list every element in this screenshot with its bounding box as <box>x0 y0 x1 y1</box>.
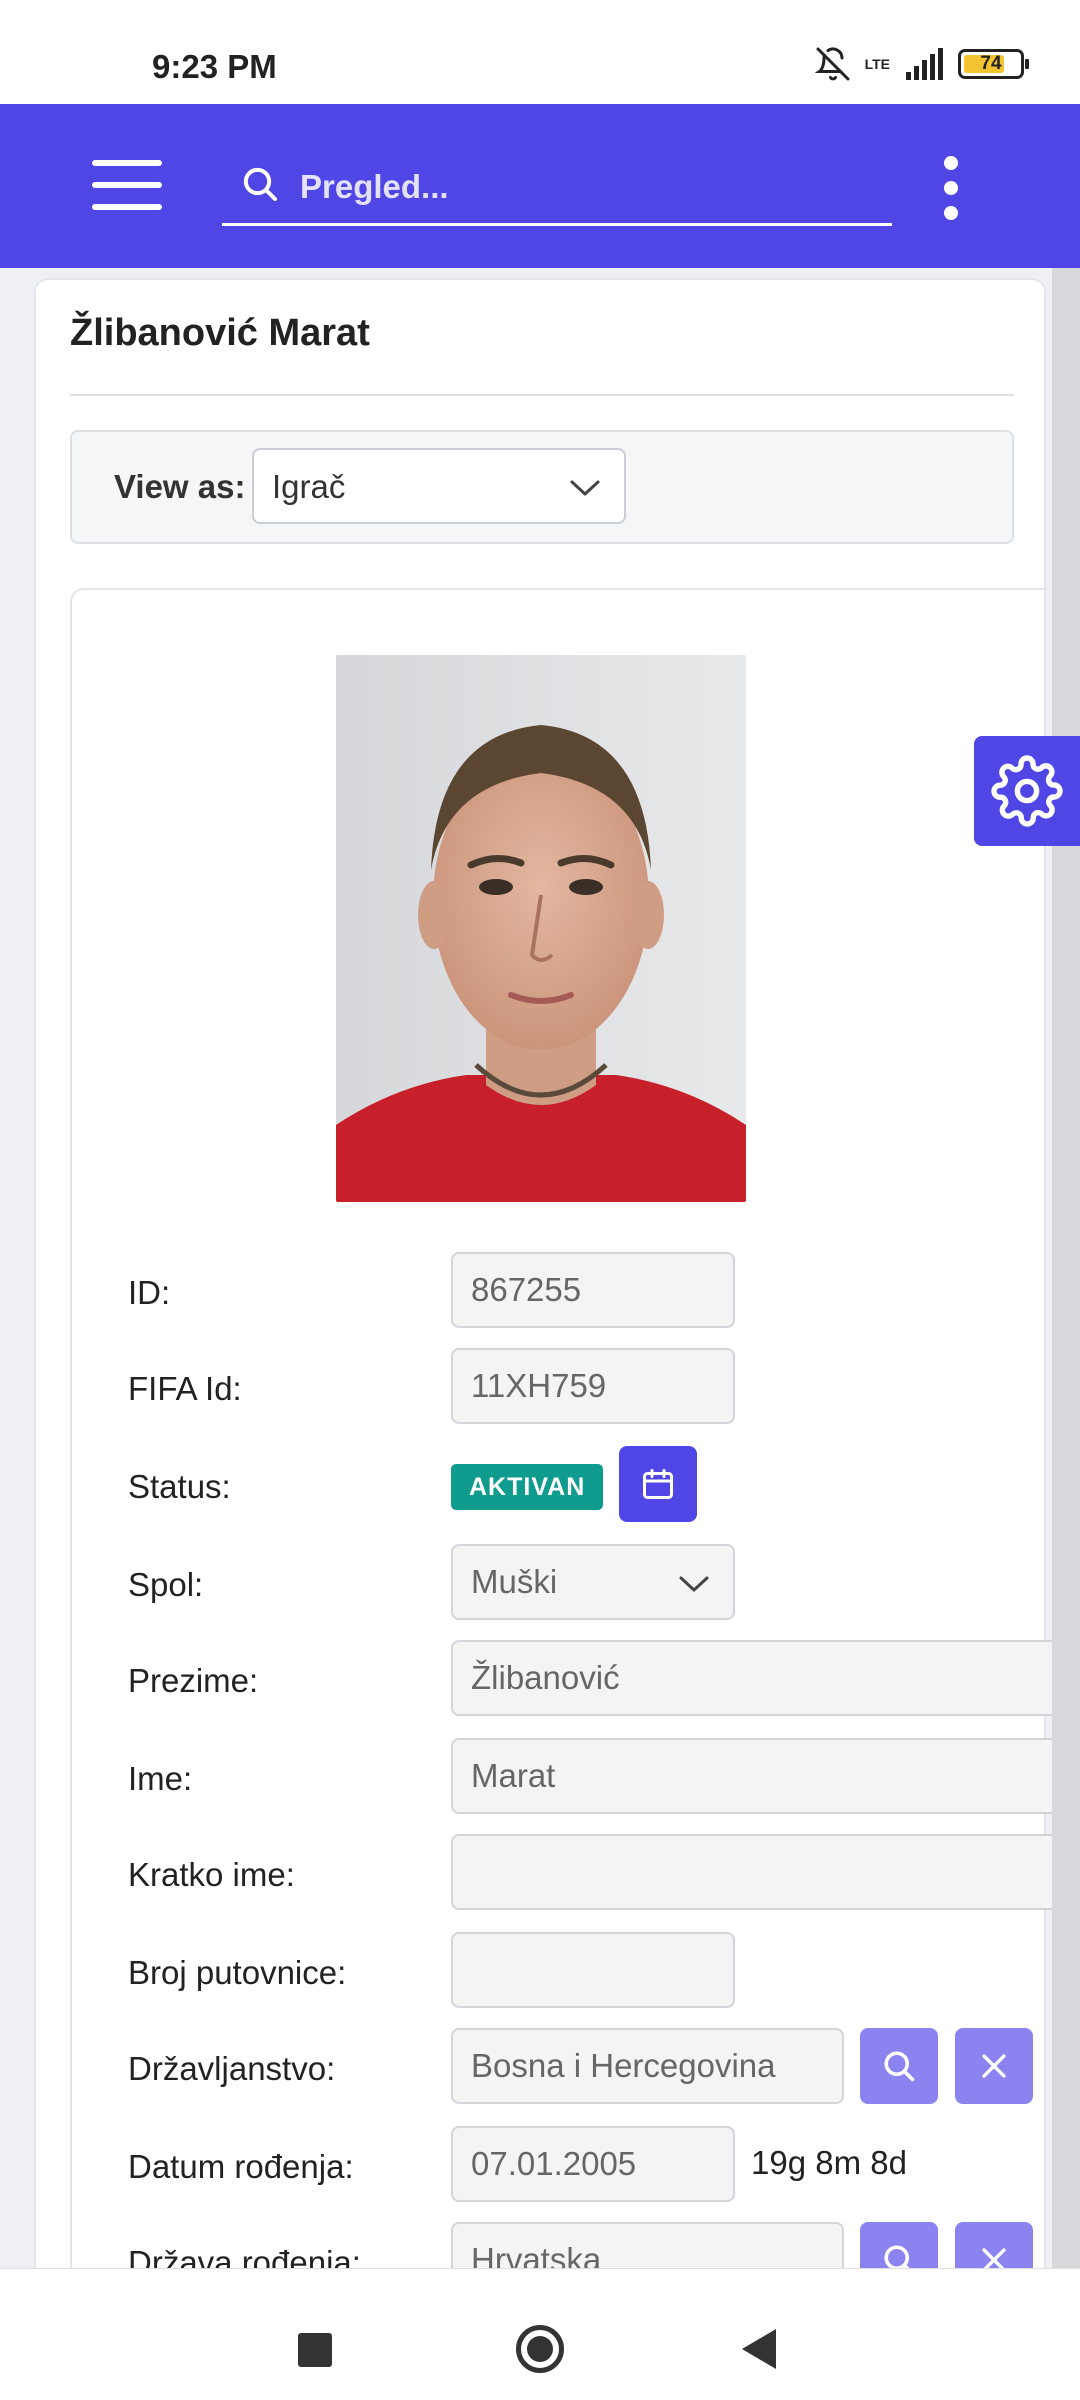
gear-icon <box>991 755 1063 827</box>
player-photo <box>336 655 746 1202</box>
search-icon <box>884 2051 915 2082</box>
age-text: 19g 8m 8d <box>751 2144 907 2181</box>
status-label: Status: <box>128 1468 231 1505</box>
search-bar[interactable] <box>222 150 892 226</box>
menu-line <box>92 204 162 210</box>
prezime-label: Prezime: <box>128 1662 259 1699</box>
view-as-value: Igrač <box>272 468 346 505</box>
chevron-down-icon <box>570 480 600 496</box>
ime-label: Ime: <box>128 1760 193 1797</box>
battery-level: 74 <box>980 53 1002 74</box>
drzavljanstvo-search-button[interactable] <box>860 2028 938 2104</box>
recent-apps-button[interactable] <box>298 2333 332 2367</box>
bell-off-icon <box>814 47 850 81</box>
divider <box>70 394 1014 396</box>
menu-line <box>92 160 162 166</box>
battery-icon: 74 <box>958 49 1029 79</box>
kratko-ime-field[interactable] <box>451 1834 1071 1910</box>
status-icons: LTE 74 <box>814 46 1029 82</box>
home-button[interactable] <box>516 2325 564 2373</box>
datum-rodjenja-label: Datum rođenja: <box>128 2148 354 2185</box>
status-bar: 9:23 PM LTE 74 <box>0 0 1080 104</box>
drzavljanstvo-clear-button[interactable] <box>955 2028 1033 2104</box>
spol-value: Muški <box>471 1563 558 1600</box>
id-label: ID: <box>128 1274 171 1311</box>
search-input[interactable] <box>300 162 860 212</box>
chevron-down-icon <box>679 1576 709 1592</box>
network-type: LTE <box>864 56 890 72</box>
search-icon <box>243 167 277 201</box>
close-icon <box>982 2054 1006 2078</box>
view-as-label: View as: <box>114 468 246 505</box>
view-as-panel: View as: Igrač <box>70 430 1014 544</box>
status-calendar-button[interactable] <box>619 1446 697 1522</box>
kratko-ime-label: Kratko ime: <box>128 1856 295 1893</box>
datum-rodjenja-field[interactable]: 07.01.2005 <box>451 2126 735 2202</box>
system-nav-bar <box>0 2268 1080 2400</box>
scrollbar[interactable] <box>1052 268 1080 2268</box>
fifa-id-field: 11XH759 <box>451 1348 735 1424</box>
view-as-select[interactable]: Igrač <box>252 448 626 524</box>
drzavljanstvo-field: Bosna i Hercegovina <box>451 2028 844 2104</box>
back-button[interactable] <box>742 2329 776 2369</box>
drzavljanstvo-label: Državljanstvo: <box>128 2050 336 2087</box>
ime-field[interactable]: Marat <box>451 1738 1071 1814</box>
status-badge: AKTIVAN <box>451 1464 604 1510</box>
spol-select[interactable]: Muški <box>451 1544 735 1620</box>
id-field: 867255 <box>451 1252 735 1328</box>
status-time: 9:23 PM <box>152 48 277 85</box>
page-title: Žlibanović Marat <box>70 312 370 354</box>
menu-button[interactable] <box>92 160 162 212</box>
more-options-button[interactable] <box>936 150 966 226</box>
dot <box>944 206 958 220</box>
menu-line <box>92 182 162 188</box>
broj-putovnice-field[interactable] <box>451 1932 735 2008</box>
app-bar <box>0 104 1080 268</box>
player-photo-image <box>336 655 746 1202</box>
fifa-id-label: FIFA Id: <box>128 1370 242 1407</box>
calendar-icon <box>643 1469 673 1499</box>
prezime-field[interactable]: Žlibanović <box>451 1640 1071 1716</box>
broj-putovnice-label: Broj putovnice: <box>128 1954 347 1991</box>
dot <box>944 156 958 170</box>
dot <box>944 181 958 195</box>
settings-button[interactable] <box>974 736 1080 846</box>
spol-label: Spol: <box>128 1566 204 1603</box>
signal-icon <box>906 48 943 80</box>
